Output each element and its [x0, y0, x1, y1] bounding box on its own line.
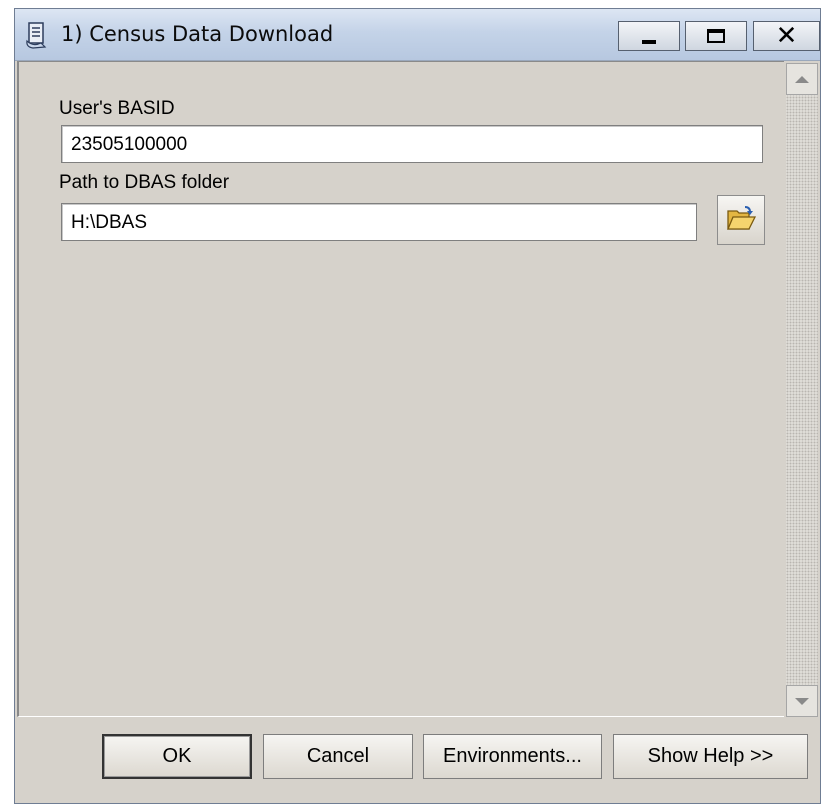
title-bar[interactable]: 1) Census Data Download ✕: [15, 9, 820, 61]
window-title: 1) Census Data Download: [61, 22, 334, 46]
cancel-button[interactable]: Cancel: [263, 734, 413, 779]
basid-input[interactable]: 23505100000: [61, 125, 763, 163]
scroll-up-button[interactable]: [786, 63, 818, 95]
close-icon: ✕: [775, 21, 798, 51]
minimize-icon: [642, 40, 656, 44]
maximize-button[interactable]: [685, 21, 747, 51]
vertical-scrollbar[interactable]: [786, 63, 818, 717]
close-button[interactable]: ✕: [753, 21, 820, 51]
basid-label: User's BASID: [59, 98, 175, 119]
minimize-button[interactable]: [618, 21, 680, 51]
scroll-down-arrow-icon: [795, 697, 809, 705]
scroll-down-button[interactable]: [786, 685, 818, 717]
environments-button[interactable]: Environments...: [423, 734, 602, 779]
path-label: Path to DBAS folder: [59, 172, 230, 193]
ok-button[interactable]: OK: [102, 734, 252, 779]
path-input[interactable]: H:\DBAS: [61, 203, 697, 241]
scroll-up-arrow-icon: [795, 75, 809, 83]
script-tool-icon: [23, 21, 51, 49]
maximize-icon: [707, 29, 725, 43]
browse-button[interactable]: [717, 195, 765, 245]
open-folder-icon: [725, 203, 757, 237]
parameters-panel: User's BASID 23505100000 Path to DBAS fo…: [17, 61, 784, 717]
tool-dialog-window: 1) Census Data Download ✕ User's BASID 2…: [14, 8, 821, 804]
show-help-button[interactable]: Show Help >>: [613, 734, 808, 779]
